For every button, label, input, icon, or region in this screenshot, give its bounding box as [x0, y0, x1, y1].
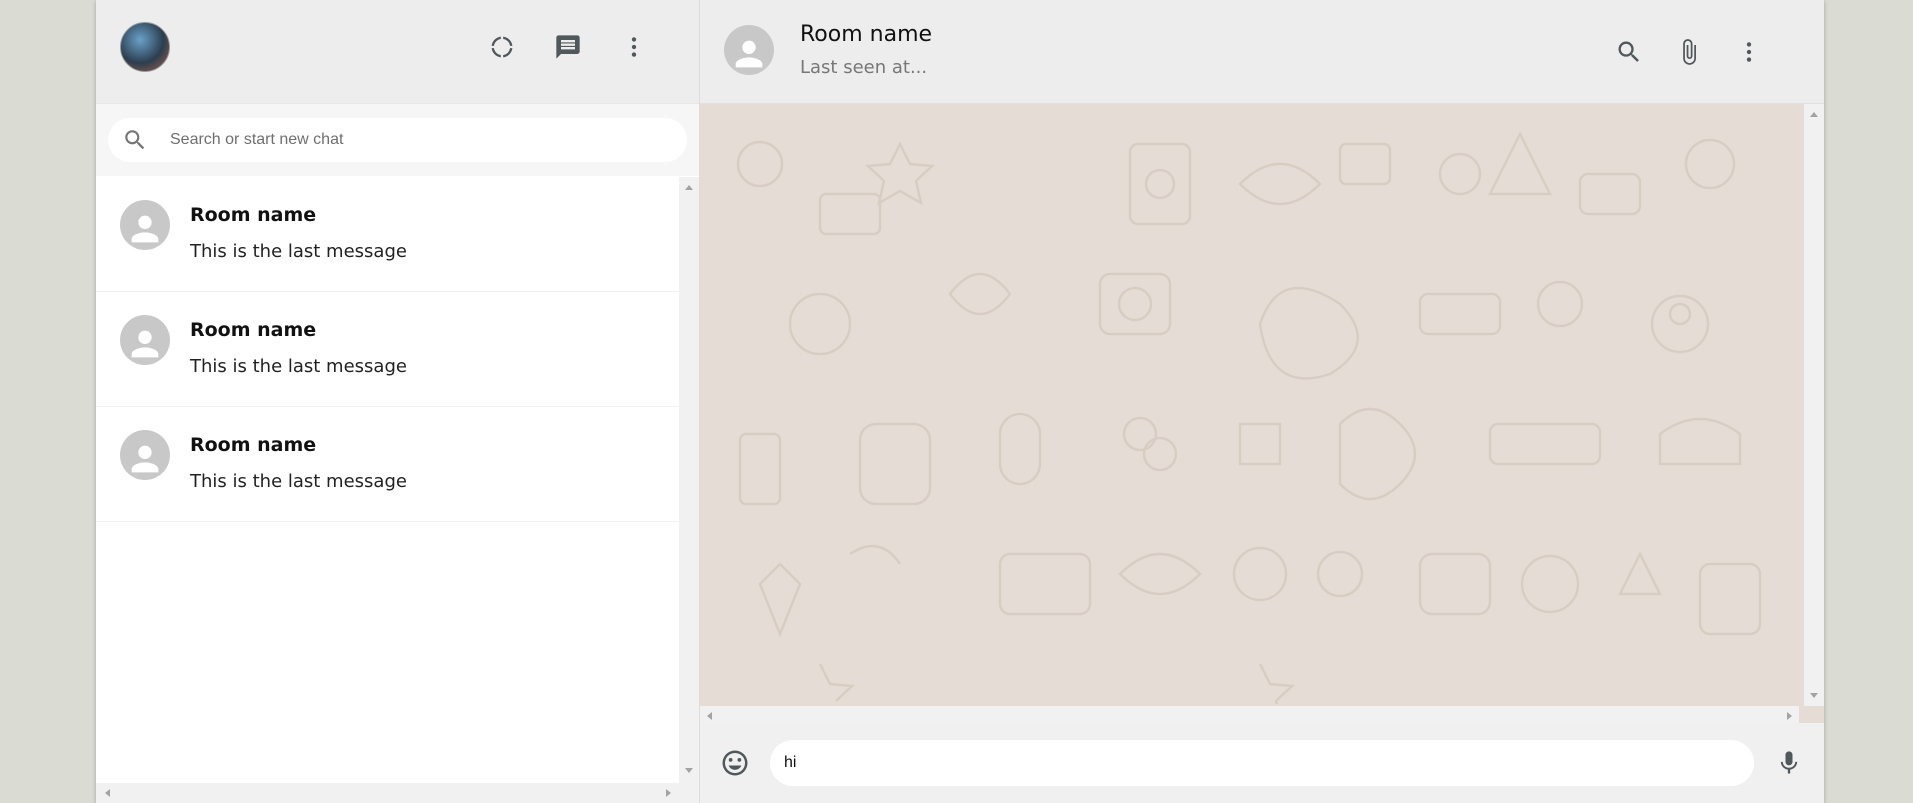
person-icon	[735, 40, 763, 67]
sidebar-vertical-scrollbar[interactable]	[679, 177, 699, 803]
scroll-left-arrow[interactable]	[707, 712, 712, 720]
status-button[interactable]	[481, 26, 523, 68]
chat-messages-area	[700, 104, 1824, 723]
last-seen: Last seen at...	[800, 56, 928, 78]
chat-info: Room name This is the last message	[190, 434, 407, 492]
attach-button[interactable]	[1668, 31, 1710, 73]
search-input[interactable]	[170, 131, 650, 149]
voice-button[interactable]	[1768, 742, 1810, 784]
scroll-up-arrow[interactable]	[685, 185, 693, 190]
scroll-down-arrow[interactable]	[1810, 693, 1818, 698]
chat-info: Room name This is the last message	[190, 319, 407, 377]
person-icon	[131, 330, 159, 358]
chat-horizontal-scrollbar[interactable]	[700, 706, 1799, 723]
chat-footer	[700, 723, 1824, 803]
user-avatar[interactable]	[120, 21, 170, 72]
chat-list-item[interactable]: Room name This is the last message	[96, 407, 680, 522]
room-name: Room name	[190, 319, 317, 341]
room-avatar	[120, 430, 170, 480]
microphone-icon	[1780, 751, 1798, 774]
last-message: This is the last message	[190, 241, 407, 262]
scroll-up-arrow[interactable]	[1810, 112, 1818, 117]
search-icon	[1618, 41, 1639, 62]
status-icon	[491, 36, 513, 57]
chat-list: Room name This is the last message Room …	[96, 177, 680, 783]
menu-dots-icon	[1746, 41, 1752, 62]
room-avatar	[120, 200, 170, 250]
scroll-left-arrow[interactable]	[105, 789, 110, 797]
room-name: Room name	[190, 434, 317, 456]
sidebar-menu-button[interactable]	[613, 26, 655, 68]
person-icon	[131, 445, 159, 473]
emoji-button[interactable]	[714, 742, 756, 784]
chat-room-name: Room name	[800, 21, 933, 47]
new-chat-icon	[556, 34, 580, 59]
wallpaper-pattern	[736, 131, 1762, 704]
chat-header-icons	[1608, 31, 1770, 73]
chat-search-button[interactable]	[1608, 31, 1650, 73]
room-name: Room name	[190, 204, 317, 226]
chat-list-item[interactable]: Room name This is the last message	[96, 177, 680, 292]
scroll-down-arrow[interactable]	[685, 768, 693, 773]
last-message: This is the last message	[190, 356, 407, 377]
emoji-icon	[722, 750, 748, 776]
sidebar-horizontal-scrollbar[interactable]	[96, 783, 680, 803]
message-input[interactable]	[770, 740, 1754, 786]
chat-menu-button[interactable]	[1728, 31, 1770, 73]
room-avatar	[120, 315, 170, 365]
last-message: This is the last message	[190, 471, 407, 492]
chat-info: Room name This is the last message	[190, 204, 407, 262]
sidebar-header	[96, 0, 699, 104]
search-box	[108, 118, 687, 162]
menu-dots-icon	[631, 36, 637, 57]
search-container	[96, 104, 699, 176]
new-chat-button[interactable]	[547, 26, 589, 68]
chat-pane: Room name Last seen at...	[700, 0, 1824, 803]
attach-icon	[1683, 38, 1696, 65]
room-avatar[interactable]	[724, 24, 774, 75]
app-window: Room name This is the last message Room …	[96, 0, 1824, 803]
chat-header-info: Room name Last seen at...	[800, 22, 932, 78]
chat-header: Room name Last seen at...	[700, 0, 1824, 104]
chat-vertical-scrollbar[interactable]	[1804, 104, 1824, 706]
chat-list-item[interactable]: Room name This is the last message	[96, 292, 680, 407]
sidebar: Room name This is the last message Room …	[96, 0, 700, 803]
sidebar-header-icons	[481, 26, 655, 68]
scroll-right-arrow[interactable]	[1787, 712, 1792, 720]
search-icon	[125, 130, 145, 150]
scroll-right-arrow[interactable]	[666, 789, 671, 797]
person-icon	[131, 215, 159, 243]
